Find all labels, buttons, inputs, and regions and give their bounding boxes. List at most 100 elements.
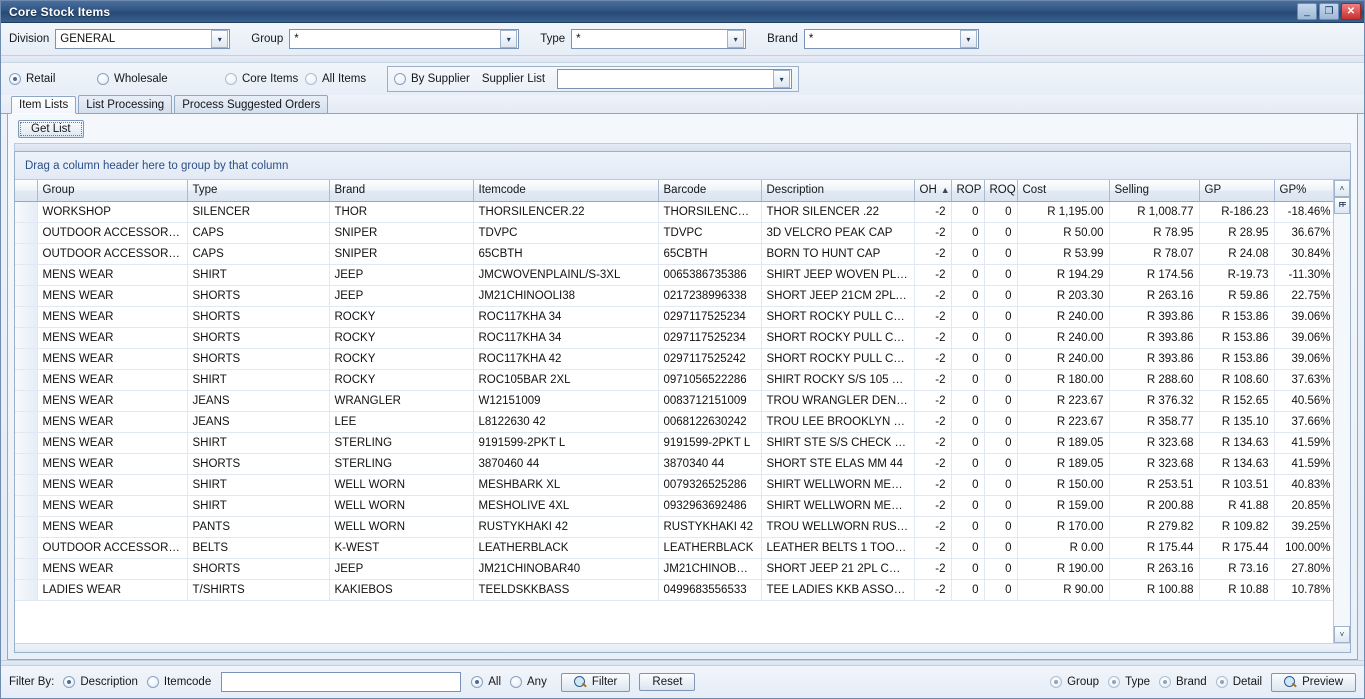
- radio-filter-description[interactable]: Description: [63, 676, 138, 688]
- row-selector[interactable]: [15, 537, 38, 559]
- chevron-down-icon[interactable]: ▾: [727, 30, 745, 48]
- row-selector[interactable]: [15, 201, 38, 223]
- table-row[interactable]: MENS WEAR SHIRT WELL WORN MESHOLIVE 4XL 0932…: [15, 495, 1333, 517]
- row-selector[interactable]: [15, 495, 38, 517]
- row-selector[interactable]: [15, 243, 38, 265]
- chevron-down-icon[interactable]: ▾: [959, 30, 977, 48]
- chevron-down-icon[interactable]: ▾: [500, 30, 518, 48]
- tab-bar: Item Lists List Processing Process Sugge…: [1, 95, 1364, 114]
- radio-report-type[interactable]: Type: [1108, 676, 1150, 688]
- cell-cost: R 223.67: [1017, 411, 1110, 433]
- tab-list-processing[interactable]: List Processing: [78, 95, 173, 113]
- table-row[interactable]: OUTDOOR ACCESSORIES BELTS K-WEST LEATHERBLA…: [15, 537, 1333, 559]
- row-selector[interactable]: [15, 348, 38, 370]
- table-row[interactable]: OUTDOOR ACCESSORIES CAPS SNIPER 65CBTH 65CBT…: [15, 243, 1333, 265]
- column-header-gp[interactable]: GP: [1199, 180, 1275, 202]
- column-header-cost[interactable]: Cost: [1017, 180, 1110, 202]
- row-selector[interactable]: [15, 327, 38, 349]
- filter-button-label: Filter: [591, 676, 618, 688]
- row-selector[interactable]: [15, 432, 38, 454]
- table-row[interactable]: MENS WEAR SHORTS JEEP JM21CHINOOLI38 0217238…: [15, 285, 1333, 307]
- cell-gppct: 41.59%: [1274, 432, 1333, 454]
- scrollbar-track[interactable]: [1334, 214, 1350, 626]
- maximize-icon[interactable]: ❐: [1319, 3, 1339, 20]
- minimize-icon[interactable]: _: [1297, 3, 1317, 20]
- radio-match-any[interactable]: Any: [510, 676, 547, 688]
- cell-oh: -2: [914, 474, 952, 496]
- radio-by-supplier[interactable]: By Supplier: [394, 73, 470, 85]
- group-by-dropzone[interactable]: Drag a column header here to group by th…: [15, 152, 1350, 180]
- scroll-ff-icon[interactable]: FF: [1334, 197, 1350, 214]
- table-row[interactable]: MENS WEAR JEANS LEE L8122630 42 006812263024…: [15, 411, 1333, 433]
- column-header-group[interactable]: Group: [37, 180, 188, 202]
- radio-report-brand[interactable]: Brand: [1159, 676, 1207, 688]
- preview-button[interactable]: Preview: [1271, 672, 1356, 692]
- column-header-barcode[interactable]: Barcode: [658, 180, 762, 202]
- column-header-selling[interactable]: Selling: [1109, 180, 1200, 202]
- column-header-itemcode[interactable]: Itemcode: [473, 180, 659, 202]
- row-selector[interactable]: [15, 579, 38, 601]
- cell-selling: R 175.44: [1109, 537, 1200, 559]
- brand-select[interactable]: * ▾: [803, 29, 979, 49]
- row-selector[interactable]: [15, 264, 38, 286]
- table-row[interactable]: MENS WEAR SHORTS JEEP JM21CHINOBAR40 JM21CHI…: [15, 558, 1333, 580]
- table-row[interactable]: MENS WEAR JEANS WRANGLER W12151009 008371215…: [15, 390, 1333, 412]
- get-list-button[interactable]: Get List: [18, 119, 84, 138]
- column-header-brand[interactable]: Brand: [329, 180, 474, 202]
- group-select[interactable]: * ▾: [289, 29, 520, 49]
- column-header-type[interactable]: Type: [187, 180, 330, 202]
- row-selector[interactable]: [15, 453, 38, 475]
- filter-text-input[interactable]: [221, 672, 462, 692]
- column-header-roq[interactable]: ROQ: [984, 180, 1018, 202]
- row-selector[interactable]: [15, 558, 38, 580]
- table-row[interactable]: LADIES WEAR T/SHIRTS KAKIEBOS TEELDSKKBASS 0…: [15, 579, 1333, 601]
- table-row[interactable]: MENS WEAR SHORTS ROCKY ROC117KHA 34 02971175…: [15, 327, 1333, 349]
- table-row[interactable]: OUTDOOR ACCESSORIES CAPS SNIPER TDVPC TDVPC 3…: [15, 222, 1333, 244]
- vertical-scrollbar[interactable]: ˄ FF ˅: [1333, 180, 1350, 643]
- division-select[interactable]: GENERAL ▾: [55, 29, 231, 49]
- cell-oh: -2: [914, 558, 952, 580]
- chevron-down-icon[interactable]: ▾: [773, 70, 791, 88]
- scroll-down-icon[interactable]: ˅: [1334, 626, 1350, 643]
- column-header-rop[interactable]: ROP: [951, 180, 985, 202]
- radio-report-group[interactable]: Group: [1050, 676, 1099, 688]
- table-row[interactable]: MENS WEAR SHORTS ROCKY ROC117KHA 34 02971175…: [15, 306, 1333, 328]
- radio-retail[interactable]: Retail: [9, 73, 97, 85]
- row-selector[interactable]: [15, 222, 38, 244]
- chevron-down-icon[interactable]: ▾: [211, 30, 229, 48]
- table-row[interactable]: MENS WEAR SHIRT JEEP JMCWOVENPLAINL/S-3XL 00…: [15, 264, 1333, 286]
- tab-process-suggested-orders[interactable]: Process Suggested Orders: [174, 95, 329, 113]
- radio-all-items[interactable]: All Items: [305, 73, 377, 85]
- row-selector[interactable]: [15, 369, 38, 391]
- row-selector[interactable]: [15, 285, 38, 307]
- radio-report-detail[interactable]: Detail: [1215, 676, 1262, 688]
- table-row[interactable]: MENS WEAR SHIRT WELL WORN MESHBARK XL 007932…: [15, 474, 1333, 496]
- filter-button[interactable]: Filter: [560, 672, 631, 692]
- row-selector[interactable]: [15, 474, 38, 496]
- row-selector[interactable]: [15, 306, 38, 328]
- radio-wholesale[interactable]: Wholesale: [97, 73, 225, 85]
- radio-filter-itemcode[interactable]: Itemcode: [146, 676, 211, 688]
- row-selector[interactable]: [15, 390, 38, 412]
- horizontal-scrollbar[interactable]: [15, 643, 1350, 652]
- reset-button[interactable]: Reset: [639, 673, 696, 691]
- table-row[interactable]: MENS WEAR SHIRT STERLING 9191599-2PKT L 9191…: [15, 432, 1333, 454]
- close-icon[interactable]: ✕: [1341, 3, 1361, 20]
- scroll-up-icon[interactable]: ˄: [1334, 180, 1350, 197]
- column-header-oh[interactable]: OH ▲: [914, 180, 952, 202]
- radio-core-items[interactable]: Core Items: [225, 73, 305, 85]
- radio-match-all[interactable]: All: [471, 676, 501, 688]
- column-header-description[interactable]: Description: [761, 180, 915, 202]
- table-row[interactable]: MENS WEAR PANTS WELL WORN RUSTYKHAKI 42 RUST…: [15, 516, 1333, 538]
- cell-group: MENS WEAR: [37, 264, 188, 286]
- table-row[interactable]: MENS WEAR SHORTS STERLING 3870460 44 3870340…: [15, 453, 1333, 475]
- supplier-list-select[interactable]: ▾: [557, 69, 793, 89]
- row-selector[interactable]: [15, 411, 38, 433]
- tab-item-lists[interactable]: Item Lists: [11, 96, 77, 114]
- type-select[interactable]: * ▾: [571, 29, 747, 49]
- column-header-gppct[interactable]: GP%: [1274, 180, 1333, 202]
- row-selector[interactable]: [15, 516, 38, 538]
- table-row[interactable]: MENS WEAR SHORTS ROCKY ROC117KHA 42 02971175…: [15, 348, 1333, 370]
- table-row[interactable]: WORKSHOP SILENCER THOR THORSILENCER.22 THORS…: [15, 201, 1333, 223]
- table-row[interactable]: MENS WEAR SHIRT ROCKY ROC105BAR 2XL 09710565…: [15, 369, 1333, 391]
